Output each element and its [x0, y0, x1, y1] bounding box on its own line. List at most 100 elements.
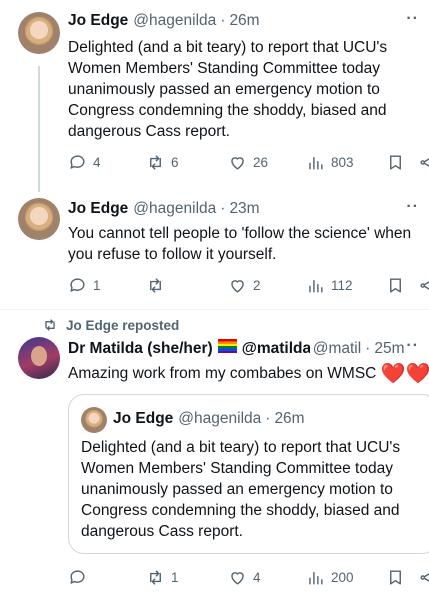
views-button[interactable]: 803	[306, 153, 354, 172]
separator-dot: ·	[365, 340, 371, 357]
reposted-by-text: Jo Edge reposted	[66, 317, 180, 333]
reply-icon	[70, 155, 85, 169]
timestamp[interactable]: 25m	[374, 340, 404, 358]
views-button[interactable]: 200	[306, 568, 354, 587]
separator-dot: ·	[220, 12, 226, 29]
share-icon	[420, 281, 429, 290]
reply-icon	[70, 278, 85, 292]
share-icon	[420, 573, 429, 582]
tweet-2[interactable]: Jo Edge @hagenilda · 23m ·· You cannot t…	[0, 190, 429, 308]
author-name[interactable]: Dr Matilda (she/her)	[68, 340, 213, 358]
share-button[interactable]	[418, 276, 429, 295]
tweet-text-line: unanimously passed an emergency motion t…	[81, 481, 393, 498]
author-handle[interactable]: @matil	[313, 340, 361, 358]
more-icon[interactable]: ··	[406, 337, 419, 355]
divider	[0, 309, 429, 310]
tweet-text-line: Delighted (and a bit teary) to report th…	[81, 439, 401, 456]
more-icon[interactable]: ··	[406, 10, 419, 28]
tweet-text-line: Women Members' Standing Committee today	[68, 60, 380, 77]
share-icon	[420, 158, 429, 167]
like-count: 2	[253, 278, 261, 293]
tweet-header: Jo Edge @hagenilda · 26m	[68, 12, 260, 30]
reply-icon	[70, 570, 85, 584]
author-handle[interactable]: @hagenilda	[178, 410, 261, 428]
tweet-text-line: Women Members' Standing Committee today	[81, 460, 393, 477]
bookmark-icon	[390, 155, 401, 170]
author-handle[interactable]: @hagenilda	[133, 200, 216, 218]
quoted-tweet-card[interactable]: Jo Edge @hagenilda · 26m Delighted (and …	[68, 394, 429, 554]
separator-dot: ·	[265, 410, 271, 427]
like-icon	[231, 280, 244, 293]
tweet-text-line: Delighted (and a bit teary) to report th…	[68, 39, 388, 56]
share-button[interactable]	[418, 153, 429, 172]
timestamp: 26m	[274, 410, 305, 427]
avatar[interactable]	[81, 407, 107, 433]
tweet-text-line: unanimously passed an emergency motion t…	[68, 81, 380, 98]
author-name[interactable]: Jo Edge	[68, 12, 128, 30]
author-handle-display[interactable]: @matilda	[242, 340, 310, 358]
action-bar: 4 6 26 803	[68, 153, 429, 175]
like-button[interactable]: 2	[228, 276, 261, 295]
repost-icon	[150, 278, 161, 293]
bookmark-button[interactable]	[386, 276, 405, 295]
repost-button[interactable]	[146, 276, 171, 295]
tweet-text-line: dangerous Cass report.	[68, 123, 230, 140]
avatar[interactable]	[18, 198, 60, 240]
like-count: 26	[253, 155, 269, 170]
timestamp[interactable]: 23m	[229, 200, 259, 218]
like-icon	[231, 572, 244, 585]
repost-button[interactable]: 6	[146, 153, 179, 172]
reply-count: 1	[93, 278, 101, 293]
bookmark-button[interactable]	[386, 153, 405, 172]
tweet-text: Amazing work from my combabes on WMSC ❤️…	[68, 363, 429, 385]
reposted-by-label[interactable]: Jo Edge reposted	[42, 317, 179, 333]
avatar[interactable]	[18, 12, 60, 54]
views-icon	[309, 572, 323, 585]
reply-button[interactable]	[68, 568, 93, 587]
repost-button[interactable]: 1	[146, 568, 179, 587]
tweet-1[interactable]: Jo Edge @hagenilda · 26m ·· Delighted (a…	[0, 0, 429, 190]
bookmark-button[interactable]	[386, 568, 405, 587]
more-icon[interactable]: ··	[406, 198, 419, 216]
reply-button[interactable]: 4	[68, 153, 101, 172]
action-bar: 1 4 200	[68, 568, 429, 590]
reply-count: 4	[93, 155, 101, 170]
views-count: 803	[331, 155, 354, 170]
bookmark-icon	[390, 570, 401, 585]
views-icon	[309, 157, 323, 170]
author-handle[interactable]: @hagenilda	[133, 12, 216, 30]
like-button[interactable]: 26	[228, 153, 268, 172]
views-button[interactable]: 112	[306, 276, 353, 295]
tweet-text: Delighted (and a bit teary) to report th…	[68, 37, 387, 142]
repost-count: 6	[171, 155, 179, 170]
timestamp[interactable]: 26m	[229, 12, 259, 30]
tweet-header: Jo Edge @hagenilda · 23m	[68, 200, 260, 218]
reply-button[interactable]: 1	[68, 276, 101, 295]
avatar[interactable]	[18, 337, 60, 379]
tweet-header: Dr Matilda (she/her) @matilda @matil · 2…	[68, 339, 405, 358]
action-bar: 1 2 112	[68, 276, 429, 298]
repost-icon	[45, 319, 55, 331]
bookmark-icon	[390, 278, 401, 293]
tweet-text-line: Congress condemning the shoddy, biased a…	[81, 502, 400, 519]
tweet-text-line: you refuse to follow it yourself.	[68, 246, 277, 263]
tweet-text-line: dangerous Cass report.	[81, 523, 243, 540]
repost-count: 1	[171, 570, 179, 585]
tweet-text: You cannot tell people to 'follow the sc…	[68, 223, 411, 265]
author-name[interactable]: Jo Edge	[113, 410, 173, 428]
views-count: 200	[331, 570, 354, 585]
red-heart-emoji: ❤️❤️	[380, 363, 429, 385]
repost-icon	[150, 155, 161, 170]
tweet-text-line: Congress condemning the shoddy, biased a…	[68, 102, 387, 119]
tweet-text-line: You cannot tell people to 'follow the sc…	[68, 225, 412, 242]
like-button[interactable]: 4	[228, 568, 261, 587]
share-button[interactable]	[418, 568, 429, 587]
like-count: 4	[253, 570, 261, 585]
tweet-text-line: Amazing work from my combabes on WMSC	[68, 365, 377, 382]
pride-flag-icon	[217, 339, 237, 353]
quoted-tweet-text: Delighted (and a bit teary) to report th…	[81, 437, 400, 542]
author-name[interactable]: Jo Edge	[68, 200, 128, 218]
quoted-tweet-header: Jo Edge @hagenilda · 26m	[113, 410, 305, 428]
views-icon	[309, 280, 323, 293]
separator-dot: ·	[220, 200, 226, 217]
